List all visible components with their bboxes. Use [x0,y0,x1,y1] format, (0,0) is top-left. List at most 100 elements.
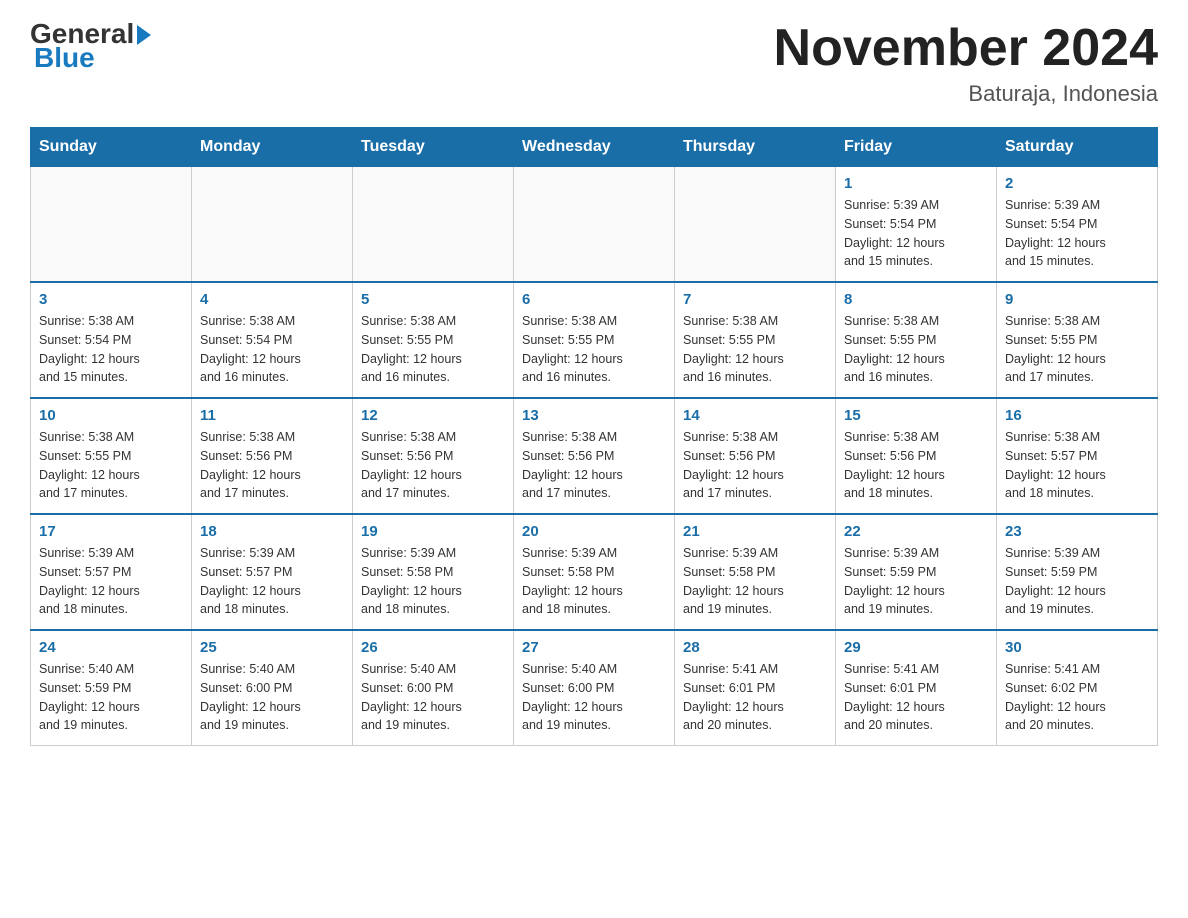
day-info: Sunrise: 5:38 AMSunset: 5:56 PMDaylight:… [683,428,827,503]
calendar-cell: 11Sunrise: 5:38 AMSunset: 5:56 PMDayligh… [192,398,353,514]
day-info: Sunrise: 5:39 AMSunset: 5:59 PMDaylight:… [1005,544,1149,619]
day-info: Sunrise: 5:40 AMSunset: 5:59 PMDaylight:… [39,660,183,735]
calendar-week-row: 17 Sunrise: 5:39 AMSunset: 5:57 PMDayligh… [31,514,1158,630]
day-number: 29 [844,639,988,656]
calendar-cell: 28 Sunrise: 5:41 AMSunset: 6:01 PMDayligh… [675,630,836,746]
day-number: 15 [844,407,988,424]
calendar-cell: 18 Sunrise: 5:39 AMSunset: 5:57 PMDayligh… [192,514,353,630]
calendar-cell: 29 Sunrise: 5:41 AMSunset: 6:01 PMDayligh… [836,630,997,746]
day-number: 18 [200,523,344,540]
day-number: 27 [522,639,666,656]
day-number: 21 [683,523,827,540]
calendar-cell: 22Sunrise: 5:39 AMSunset: 5:59 PMDayligh… [836,514,997,630]
calendar-cell: 21 Sunrise: 5:39 AMSunset: 5:58 PMDayligh… [675,514,836,630]
calendar-cell: 30 Sunrise: 5:41 AMSunset: 6:02 PMDayligh… [997,630,1158,746]
day-number: 17 [39,523,183,540]
day-info: Sunrise: 5:39 AMSunset: 5:57 PMDaylight:… [200,544,344,619]
day-info: Sunrise: 5:40 AMSunset: 6:00 PMDaylight:… [361,660,505,735]
calendar-cell: 15 Sunrise: 5:38 AMSunset: 5:56 PMDayligh… [836,398,997,514]
day-number: 30 [1005,639,1149,656]
day-number: 22 [844,523,988,540]
day-number: 9 [1005,291,1149,308]
calendar-cell: 27 Sunrise: 5:40 AMSunset: 6:00 PMDayligh… [514,630,675,746]
calendar-day-header: Wednesday [514,128,675,167]
day-number: 16 [1005,407,1149,424]
calendar-week-row: 1Sunrise: 5:39 AMSunset: 5:54 PMDaylight… [31,167,1158,283]
calendar-cell: 17Sunrise: 5:39 AMSunset: 5:57 PMDayligh… [31,514,192,630]
day-number: 26 [361,639,505,656]
day-info: Sunrise: 5:39 AMSunset: 5:58 PMDaylight:… [522,544,666,619]
calendar-day-header: Sunday [31,128,192,167]
day-info: Sunrise: 5:38 AMSunset: 5:55 PMDaylight:… [844,312,988,387]
day-info: Sunrise: 5:38 AMSunset: 5:56 PMDaylight:… [844,428,988,503]
calendar-cell: 4Sunrise: 5:38 AMSunset: 5:54 PMDaylight… [192,282,353,398]
calendar-cell: 14 Sunrise: 5:38 AMSunset: 5:56 PMDayligh… [675,398,836,514]
calendar-cell: 13 Sunrise: 5:38 AMSunset: 5:56 PMDayligh… [514,398,675,514]
calendar-day-header: Saturday [997,128,1158,167]
day-info: Sunrise: 5:38 AMSunset: 5:55 PMDaylight:… [522,312,666,387]
day-info: Sunrise: 5:40 AMSunset: 6:00 PMDaylight:… [200,660,344,735]
day-number: 23 [1005,523,1149,540]
logo-blue-text: Blue [34,44,95,72]
day-number: 2 [1005,175,1149,192]
day-info: Sunrise: 5:41 AMSunset: 6:02 PMDaylight:… [1005,660,1149,735]
calendar-cell: 10 Sunrise: 5:38 AMSunset: 5:55 PMDayligh… [31,398,192,514]
calendar-week-row: 3 Sunrise: 5:38 AMSunset: 5:54 PMDaylight… [31,282,1158,398]
calendar-cell: 24 Sunrise: 5:40 AMSunset: 5:59 PMDayligh… [31,630,192,746]
day-info: Sunrise: 5:38 AMSunset: 5:55 PMDaylight:… [361,312,505,387]
calendar-table: SundayMondayTuesdayWednesdayThursdayFrid… [30,127,1158,746]
calendar-cell [675,167,836,283]
day-info: Sunrise: 5:38 AMSunset: 5:57 PMDaylight:… [1005,428,1149,503]
calendar-cell: 20 Sunrise: 5:39 AMSunset: 5:58 PMDayligh… [514,514,675,630]
day-number: 25 [200,639,344,656]
day-info: Sunrise: 5:38 AMSunset: 5:56 PMDaylight:… [522,428,666,503]
calendar-day-header: Friday [836,128,997,167]
day-info: Sunrise: 5:39 AMSunset: 5:58 PMDaylight:… [683,544,827,619]
day-info: Sunrise: 5:39 AMSunset: 5:54 PMDaylight:… [1005,196,1149,271]
calendar-day-header: Monday [192,128,353,167]
day-number: 19 [361,523,505,540]
calendar-cell [192,167,353,283]
calendar-header-row: SundayMondayTuesdayWednesdayThursdayFrid… [31,128,1158,167]
calendar-cell: 19Sunrise: 5:39 AMSunset: 5:58 PMDayligh… [353,514,514,630]
calendar-cell: 5 Sunrise: 5:38 AMSunset: 5:55 PMDaylight… [353,282,514,398]
day-number: 6 [522,291,666,308]
calendar-cell [31,167,192,283]
calendar-cell: 12Sunrise: 5:38 AMSunset: 5:56 PMDayligh… [353,398,514,514]
day-info: Sunrise: 5:40 AMSunset: 6:00 PMDaylight:… [522,660,666,735]
day-info: Sunrise: 5:39 AMSunset: 5:54 PMDaylight:… [844,196,988,271]
day-info: Sunrise: 5:38 AMSunset: 5:56 PMDaylight:… [361,428,505,503]
page-header: General Blue November 2024 Baturaja, Ind… [30,20,1158,107]
day-info: Sunrise: 5:38 AMSunset: 5:55 PMDaylight:… [39,428,183,503]
day-number: 8 [844,291,988,308]
calendar-cell: 6 Sunrise: 5:38 AMSunset: 5:55 PMDaylight… [514,282,675,398]
day-info: Sunrise: 5:38 AMSunset: 5:54 PMDaylight:… [200,312,344,387]
day-number: 3 [39,291,183,308]
day-number: 10 [39,407,183,424]
day-number: 13 [522,407,666,424]
calendar-week-row: 24 Sunrise: 5:40 AMSunset: 5:59 PMDayligh… [31,630,1158,746]
day-number: 5 [361,291,505,308]
logo: General Blue [30,20,151,72]
calendar-cell: 3Sunrise: 5:38 AMSunset: 5:54 PMDaylight… [31,282,192,398]
day-number: 28 [683,639,827,656]
calendar-week-row: 10 Sunrise: 5:38 AMSunset: 5:55 PMDayligh… [31,398,1158,514]
logo-arrow-icon [137,25,151,45]
calendar-cell [514,167,675,283]
day-number: 24 [39,639,183,656]
calendar-cell: 1Sunrise: 5:39 AMSunset: 5:54 PMDaylight… [836,167,997,283]
day-info: Sunrise: 5:41 AMSunset: 6:01 PMDaylight:… [683,660,827,735]
calendar-cell: 9Sunrise: 5:38 AMSunset: 5:55 PMDaylight… [997,282,1158,398]
calendar-day-header: Thursday [675,128,836,167]
calendar-cell: 2 Sunrise: 5:39 AMSunset: 5:54 PMDaylight… [997,167,1158,283]
day-number: 7 [683,291,827,308]
day-number: 20 [522,523,666,540]
calendar-cell: 8 Sunrise: 5:38 AMSunset: 5:55 PMDaylight… [836,282,997,398]
calendar-cell [353,167,514,283]
day-info: Sunrise: 5:38 AMSunset: 5:56 PMDaylight:… [200,428,344,503]
calendar-cell: 16 Sunrise: 5:38 AMSunset: 5:57 PMDayligh… [997,398,1158,514]
month-title: November 2024 [774,20,1158,77]
day-info: Sunrise: 5:41 AMSunset: 6:01 PMDaylight:… [844,660,988,735]
day-number: 14 [683,407,827,424]
calendar-day-header: Tuesday [353,128,514,167]
